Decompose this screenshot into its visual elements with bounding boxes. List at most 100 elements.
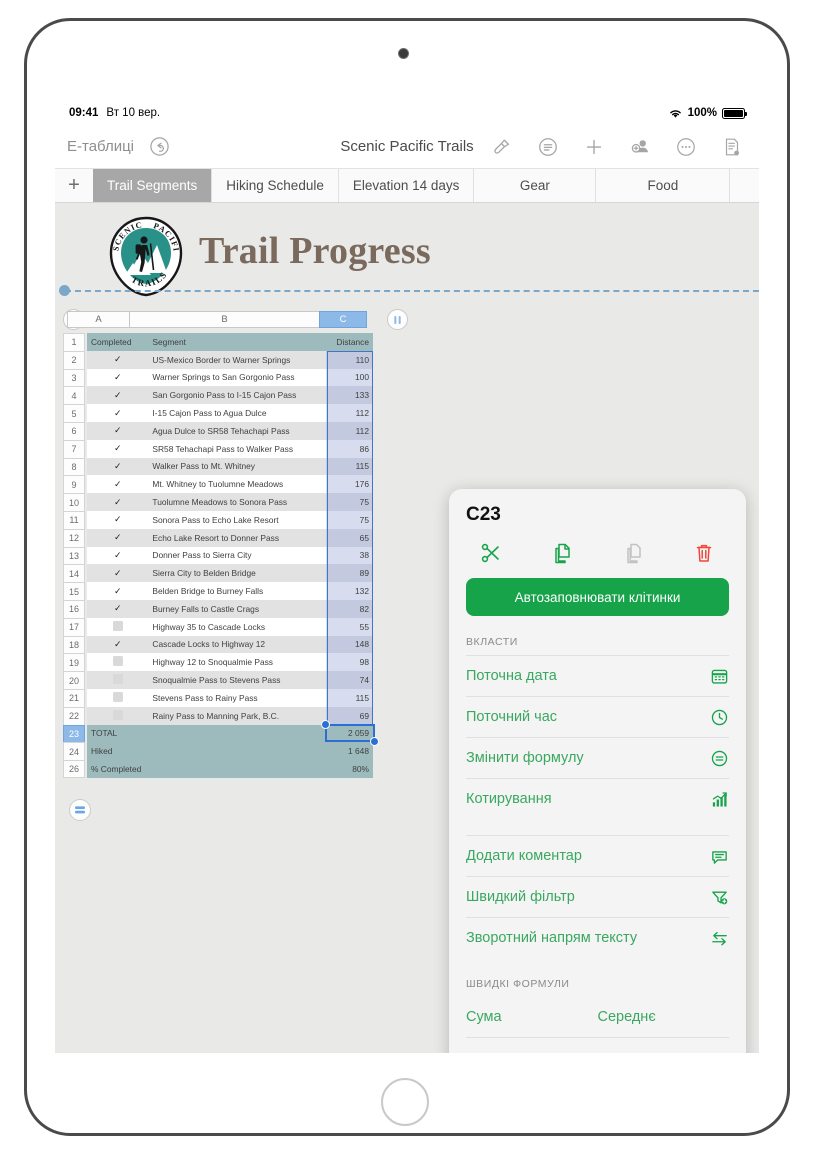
cell-distance[interactable]: 82: [326, 599, 373, 618]
cell-distance[interactable]: 74: [326, 671, 373, 689]
cell-distance[interactable]: 133: [326, 386, 373, 405]
cell-segment[interactable]: Cascade Locks to Highway 12: [148, 635, 327, 654]
cell-segment[interactable]: Rainy Pass to Manning Park, B.C.: [148, 706, 327, 725]
menu-item-reverse-text-direction[interactable]: Зворотний напрям тексту: [466, 917, 729, 958]
copy-icon[interactable]: [526, 541, 597, 565]
cell-completed[interactable]: ✓: [87, 386, 149, 405]
cell-distance[interactable]: 75: [326, 493, 373, 511]
cell-distance[interactable]: 86: [326, 439, 373, 458]
delete-icon[interactable]: [669, 541, 740, 565]
footer-value[interactable]: 2 059: [326, 724, 373, 743]
row-header-15[interactable]: 15: [63, 582, 85, 600]
cell-segment[interactable]: US-Mexico Border to Warner Springs: [148, 350, 327, 369]
cell-completed[interactable]: [87, 617, 149, 636]
row-header-11[interactable]: 11: [63, 510, 85, 529]
cell-distance[interactable]: 89: [326, 564, 373, 583]
row-header-13[interactable]: 13: [63, 546, 85, 565]
row-header-5[interactable]: 5: [63, 404, 85, 422]
cell-segment[interactable]: Warner Springs to San Gorgonio Pass: [148, 368, 327, 387]
cell-completed[interactable]: ✓: [87, 350, 149, 369]
cell-distance[interactable]: 132: [326, 582, 373, 600]
sheet-tab-hiking-schedule[interactable]: Hiking Schedule: [212, 169, 339, 202]
add-sheet-tab[interactable]: +: [55, 169, 93, 202]
cell-completed[interactable]: ✓: [87, 421, 149, 440]
row-header-9[interactable]: 9: [63, 475, 85, 494]
cut-icon[interactable]: [455, 541, 526, 565]
menu-item-stock-quote[interactable]: Котирування: [466, 778, 729, 819]
cell-completed[interactable]: [87, 671, 149, 689]
cell-completed[interactable]: ✓: [87, 439, 149, 458]
row-header-16[interactable]: 16: [63, 599, 85, 618]
cell-segment[interactable]: Sierra City to Belden Bridge: [148, 564, 327, 583]
cell-completed[interactable]: ✓: [87, 546, 149, 565]
cell-segment[interactable]: Belden Bridge to Burney Falls: [148, 582, 327, 600]
menu-item-current-date[interactable]: Поточна дата: [466, 655, 729, 696]
cell-completed[interactable]: ✓: [87, 368, 149, 387]
row-header-3[interactable]: 3: [63, 368, 85, 387]
cell-completed[interactable]: ✓: [87, 493, 149, 511]
row-header-24[interactable]: 24: [63, 742, 85, 761]
row-header-19[interactable]: 19: [63, 653, 85, 672]
cell-completed[interactable]: ✓: [87, 599, 149, 618]
cell-distance[interactable]: 65: [326, 528, 373, 547]
cell-segment[interactable]: Snoqualmie Pass to Stevens Pass: [148, 671, 327, 689]
cell-segment[interactable]: Sonora Pass to Echo Lake Resort: [148, 510, 327, 529]
row-header-6[interactable]: 6: [63, 421, 85, 440]
cell-segment[interactable]: Mt. Whitney to Tuolumne Meadows: [148, 475, 327, 494]
row-header-2[interactable]: 2: [63, 350, 85, 369]
row-header-4[interactable]: 4: [63, 386, 85, 405]
menu-item-add-comment[interactable]: Додати коментар: [466, 835, 729, 876]
add-person-icon[interactable]: [625, 132, 655, 162]
autofill-cells-button[interactable]: Автозаповнювати клітинки: [466, 578, 729, 616]
row-header-14[interactable]: 14: [63, 564, 85, 583]
footer-value[interactable]: 80%: [326, 760, 373, 778]
cell-segment[interactable]: Stevens Pass to Rainy Pass: [148, 688, 327, 707]
row-header-12[interactable]: 12: [63, 528, 85, 547]
cell-distance[interactable]: 98: [326, 653, 373, 672]
cell-segment[interactable]: I-15 Cajon Pass to Agua Dulce: [148, 404, 327, 422]
cell-segment[interactable]: Donner Pass to Sierra City: [148, 546, 327, 565]
sheet-tab-gear[interactable]: Gear: [474, 169, 597, 202]
cell-distance[interactable]: 176: [326, 475, 373, 494]
cell-distance[interactable]: 148: [326, 635, 373, 654]
cell-completed[interactable]: ✓: [87, 457, 149, 476]
insert-text-icon[interactable]: [533, 132, 563, 162]
menu-item-edit-formula[interactable]: Змінити формулу: [466, 737, 729, 778]
sheet-tab-elevation-14-days[interactable]: Elevation 14 days: [339, 169, 475, 202]
row-header-21[interactable]: 21: [63, 688, 85, 707]
sheet-tab-food[interactable]: Food: [596, 169, 731, 202]
cell-distance[interactable]: 75: [326, 510, 373, 529]
footer-value[interactable]: 1 648: [326, 742, 373, 761]
cell-completed[interactable]: ✓: [87, 510, 149, 529]
cell-completed[interactable]: [87, 653, 149, 672]
cell-distance[interactable]: 100: [326, 368, 373, 387]
document-icon[interactable]: [717, 132, 747, 162]
row-header-1[interactable]: 1: [63, 333, 85, 351]
alignment-guide-handle[interactable]: [59, 285, 70, 296]
cell-segment[interactable]: Burney Falls to Castle Crags: [148, 599, 327, 618]
row-header-8[interactable]: 8: [63, 457, 85, 476]
cell-distance[interactable]: 69: [326, 706, 373, 725]
cell-segment[interactable]: SR58 Tehachapi Pass to Walker Pass: [148, 439, 327, 458]
quick-formula-sum[interactable]: Сума: [466, 997, 598, 1038]
cell-completed[interactable]: ✓: [87, 528, 149, 547]
column-header-a[interactable]: A: [67, 311, 129, 328]
cell-completed[interactable]: ✓: [87, 404, 149, 422]
cell-segment[interactable]: Agua Dulce to SR58 Tehachapi Pass: [148, 421, 327, 440]
cell-distance[interactable]: 115: [326, 688, 373, 707]
add-row-button[interactable]: [69, 799, 91, 821]
cell-distance[interactable]: 110: [326, 350, 373, 369]
cell-distance[interactable]: 115: [326, 457, 373, 476]
cell-completed[interactable]: [87, 706, 149, 725]
row-header-23[interactable]: 23: [63, 724, 85, 743]
plus-icon[interactable]: [579, 132, 609, 162]
row-header-26[interactable]: 26: [63, 760, 85, 778]
cell-segment[interactable]: Highway 12 to Snoqualmie Pass: [148, 653, 327, 672]
cell-distance[interactable]: 112: [326, 404, 373, 422]
paintbrush-icon[interactable]: [487, 132, 517, 162]
quick-formula-average[interactable]: Середнє: [597, 997, 729, 1038]
back-to-spreadsheets[interactable]: Е-таблиці: [67, 138, 134, 155]
cell-distance[interactable]: 38: [326, 546, 373, 565]
column-resize-handle[interactable]: [387, 309, 408, 330]
cell-distance[interactable]: 112: [326, 421, 373, 440]
